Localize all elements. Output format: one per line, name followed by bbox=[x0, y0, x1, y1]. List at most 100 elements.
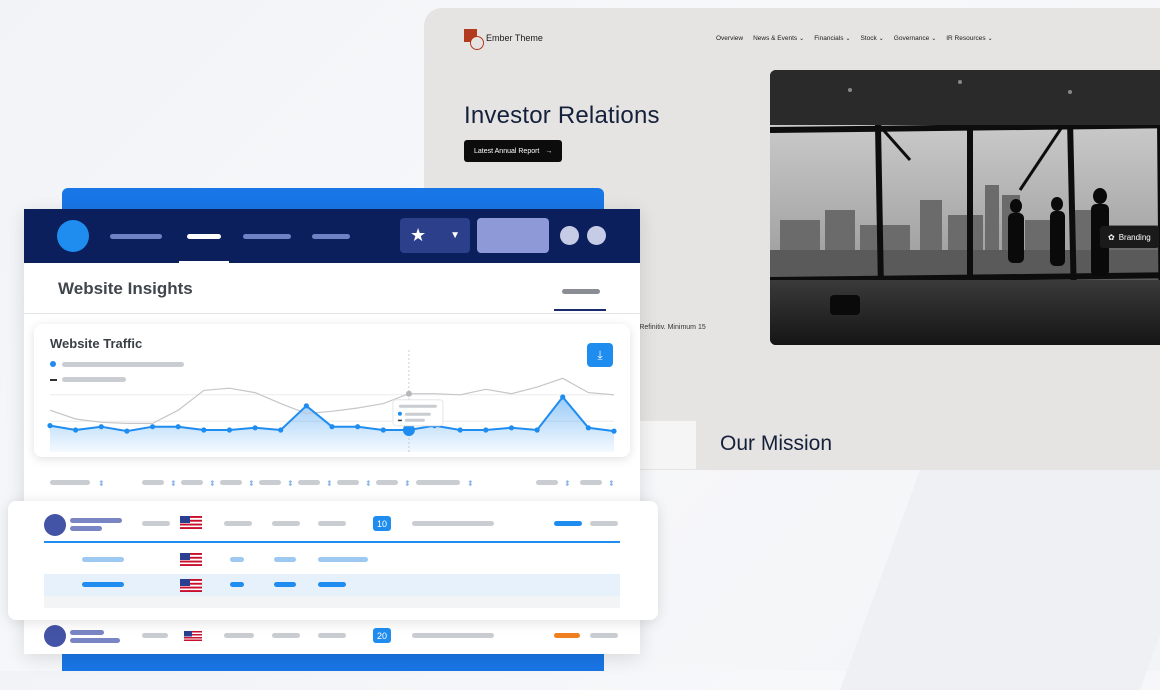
count-badge: 20 bbox=[373, 628, 391, 643]
hero-photo bbox=[770, 70, 1160, 345]
cell-placeholder bbox=[272, 521, 300, 526]
action-button-placeholder[interactable] bbox=[477, 218, 549, 253]
background-shape bbox=[839, 470, 1160, 690]
tooltip-value-placeholder bbox=[404, 412, 431, 416]
series-1-point bbox=[201, 427, 207, 433]
series-1-point bbox=[457, 427, 463, 433]
cell-placeholder bbox=[318, 557, 368, 562]
nav-stock[interactable]: Stock ⌄ bbox=[861, 35, 884, 42]
series-1-point bbox=[329, 424, 335, 430]
divider bbox=[24, 313, 640, 314]
note-line: d. bbox=[630, 334, 760, 346]
series-1-point bbox=[149, 424, 156, 430]
us-flag-icon bbox=[180, 553, 202, 566]
branding-button[interactable]: ✿ Branding bbox=[1100, 226, 1159, 248]
series-1-point bbox=[483, 427, 489, 433]
brand-name: Ember Theme bbox=[486, 33, 543, 43]
cell-placeholder bbox=[412, 633, 494, 638]
profile-dot[interactable] bbox=[587, 226, 606, 245]
nav-financials[interactable]: Financials ⌄ bbox=[814, 35, 850, 42]
name-placeholder bbox=[70, 630, 104, 635]
nav-ir-resources[interactable]: IR Resources ⌄ bbox=[946, 35, 992, 42]
avatar[interactable] bbox=[57, 220, 89, 252]
chevron-down-icon: ⌄ bbox=[931, 36, 937, 42]
chevron-down-icon: ⌄ bbox=[799, 36, 805, 42]
series-1-point bbox=[124, 428, 130, 434]
sub-row-selected[interactable] bbox=[44, 574, 620, 596]
expanded-divider bbox=[44, 541, 620, 543]
cell-placeholder bbox=[274, 582, 296, 587]
svg-text:⬍: ⬍ bbox=[404, 479, 411, 488]
series-1-point bbox=[252, 425, 258, 431]
series-1-point bbox=[508, 425, 515, 431]
status-pill-blue bbox=[554, 521, 582, 526]
column-headers: ⬍ ⬍ ⬍ ⬍ ⬍ ⬍ ⬍ ⬍ ⬍ ⬍ ⬍ bbox=[50, 479, 615, 488]
nav-overview[interactable]: Overview bbox=[716, 35, 743, 42]
series-1-point bbox=[303, 403, 309, 409]
latest-annual-report-button[interactable]: Latest Annual Report → bbox=[464, 140, 563, 162]
svg-text:⬍: ⬍ bbox=[365, 479, 372, 488]
cell-placeholder bbox=[224, 521, 252, 526]
caret-down-icon: ▼ bbox=[450, 230, 460, 241]
series-2-point bbox=[405, 390, 412, 397]
mission-title: Our Mission bbox=[720, 432, 833, 455]
nav-item-placeholder[interactable] bbox=[243, 234, 291, 239]
series-1-point bbox=[73, 427, 79, 433]
nav-item-placeholder-active[interactable] bbox=[187, 234, 221, 239]
nav-item-placeholder[interactable] bbox=[110, 234, 162, 239]
series-1-point bbox=[47, 423, 53, 429]
nav-governance[interactable]: Governance ⌄ bbox=[894, 35, 936, 42]
sub-row-footer bbox=[44, 596, 620, 608]
nav-news-events[interactable]: News & Events ⌄ bbox=[753, 35, 804, 42]
website-traffic-card: Website Traffic ⤓ bbox=[34, 324, 630, 457]
series-2-line bbox=[49, 377, 615, 425]
us-flag-icon bbox=[180, 516, 202, 529]
mission-card bbox=[640, 421, 696, 469]
chevron-down-icon: ⌄ bbox=[878, 36, 884, 42]
cell-placeholder bbox=[318, 633, 346, 638]
button-label: Latest Annual Report bbox=[474, 147, 540, 155]
tab-placeholder[interactable] bbox=[562, 289, 600, 294]
cell-placeholder bbox=[274, 557, 296, 562]
svg-text:⬍: ⬍ bbox=[170, 479, 177, 488]
cell-placeholder bbox=[224, 633, 254, 638]
us-flag-icon bbox=[184, 631, 202, 641]
sub-row[interactable] bbox=[44, 546, 620, 574]
cell-placeholder bbox=[318, 521, 346, 526]
avatar bbox=[44, 514, 66, 536]
cell-placeholder bbox=[142, 633, 168, 638]
cell-placeholder bbox=[412, 521, 494, 526]
cell-placeholder bbox=[230, 557, 244, 562]
series-1-point bbox=[380, 427, 386, 433]
series-1-point bbox=[226, 427, 233, 433]
cell-placeholder bbox=[142, 521, 170, 526]
section-title: Website Insights bbox=[58, 279, 193, 298]
svg-text:⬍: ⬍ bbox=[564, 479, 571, 488]
name-placeholder bbox=[70, 518, 122, 523]
star-icon: ★ bbox=[410, 225, 427, 245]
nav-item-placeholder[interactable] bbox=[312, 234, 350, 239]
tooltip-dash bbox=[397, 419, 402, 422]
cell-placeholder bbox=[318, 582, 346, 587]
cell-placeholder bbox=[272, 633, 300, 638]
profile-dot[interactable] bbox=[560, 226, 579, 245]
active-tab-indicator bbox=[179, 261, 229, 263]
traffic-line-chart bbox=[47, 350, 617, 452]
top-nav-bar: ★ ▼ bbox=[24, 209, 640, 263]
cell-placeholder bbox=[590, 521, 618, 526]
svg-text:⬍: ⬍ bbox=[608, 479, 615, 488]
data-source-note: by Refinitiv. Minimum 15 d. bbox=[630, 322, 760, 346]
svg-text:⬍: ⬍ bbox=[248, 479, 255, 488]
series-1-point bbox=[585, 425, 591, 431]
chevron-down-icon: ⌄ bbox=[845, 36, 851, 42]
svg-text:⬍: ⬍ bbox=[467, 479, 474, 488]
expanded-row-card: 10 bbox=[8, 501, 658, 620]
page-title: Investor Relations bbox=[464, 102, 660, 129]
table-row[interactable]: 20 bbox=[24, 619, 640, 653]
favorites-dropdown[interactable]: ★ ▼ bbox=[400, 218, 470, 253]
us-flag-icon bbox=[180, 579, 202, 592]
tab-underline bbox=[554, 309, 606, 311]
status-pill-orange bbox=[554, 633, 580, 638]
button-label: Branding bbox=[1118, 232, 1151, 242]
cell-placeholder bbox=[230, 582, 244, 587]
